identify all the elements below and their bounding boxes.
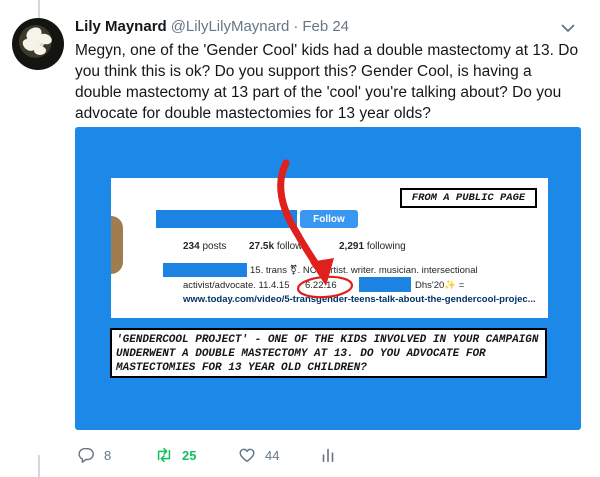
bio-line: activist/advocate. 11.4.15 xyxy=(183,280,290,291)
avatar[interactable] xyxy=(12,18,64,70)
retweet-count: 25 xyxy=(182,447,197,463)
caption-label: FROM A PUBLIC PAGE xyxy=(400,188,537,208)
retweet-icon xyxy=(157,447,171,463)
author-handle[interactable]: @LilyLilyMaynard xyxy=(171,18,290,35)
bio-line: Dhs'20✨ = xyxy=(415,280,465,291)
analytics-button[interactable] xyxy=(319,444,337,466)
redaction-bar xyxy=(163,263,247,277)
like-count: 44 xyxy=(265,447,280,463)
reply-button[interactable]: 8 xyxy=(77,444,111,466)
reply-count: 8 xyxy=(104,447,112,463)
separator-dot: · xyxy=(293,18,299,35)
redaction-bar xyxy=(156,210,297,228)
thread-line-bottom xyxy=(38,455,40,477)
bio-link: www.today.com/video/5-transgender-teens-… xyxy=(183,294,536,305)
profile-photo-fragment xyxy=(111,216,123,274)
author-name[interactable]: Lily Maynard xyxy=(75,18,167,35)
reply-icon xyxy=(78,447,94,463)
like-icon xyxy=(239,448,255,463)
chevron-down-icon[interactable] xyxy=(560,20,576,36)
tweet-header: Lily Maynard @LilyLilyMaynard · Feb 24 xyxy=(75,18,570,38)
bio-date: 6.22.16 xyxy=(305,280,337,291)
retweet-button[interactable]: 25 xyxy=(155,444,196,466)
follow-button: Follow xyxy=(300,210,358,228)
tweet-text: Megyn, one of the 'Gender Cool' kids had… xyxy=(75,42,579,122)
tweet-date[interactable]: Feb 24 xyxy=(302,18,349,35)
quote-caption: 'GENDERCOOL PROJECT' - ONE OF THE KIDS I… xyxy=(110,328,547,378)
redaction-bar xyxy=(359,277,411,292)
following-stat: 2,291 following xyxy=(339,241,406,252)
followers-stat: 27.5k follow xyxy=(249,241,303,252)
analytics-icon xyxy=(322,448,334,463)
bio-line: 15. trans ⚧. NC · artist. writer. musici… xyxy=(250,265,478,276)
tweet-actions: 8 25 44 xyxy=(75,444,475,466)
posts-stat: 234 posts xyxy=(183,241,227,252)
like-button[interactable]: 44 xyxy=(238,444,279,466)
